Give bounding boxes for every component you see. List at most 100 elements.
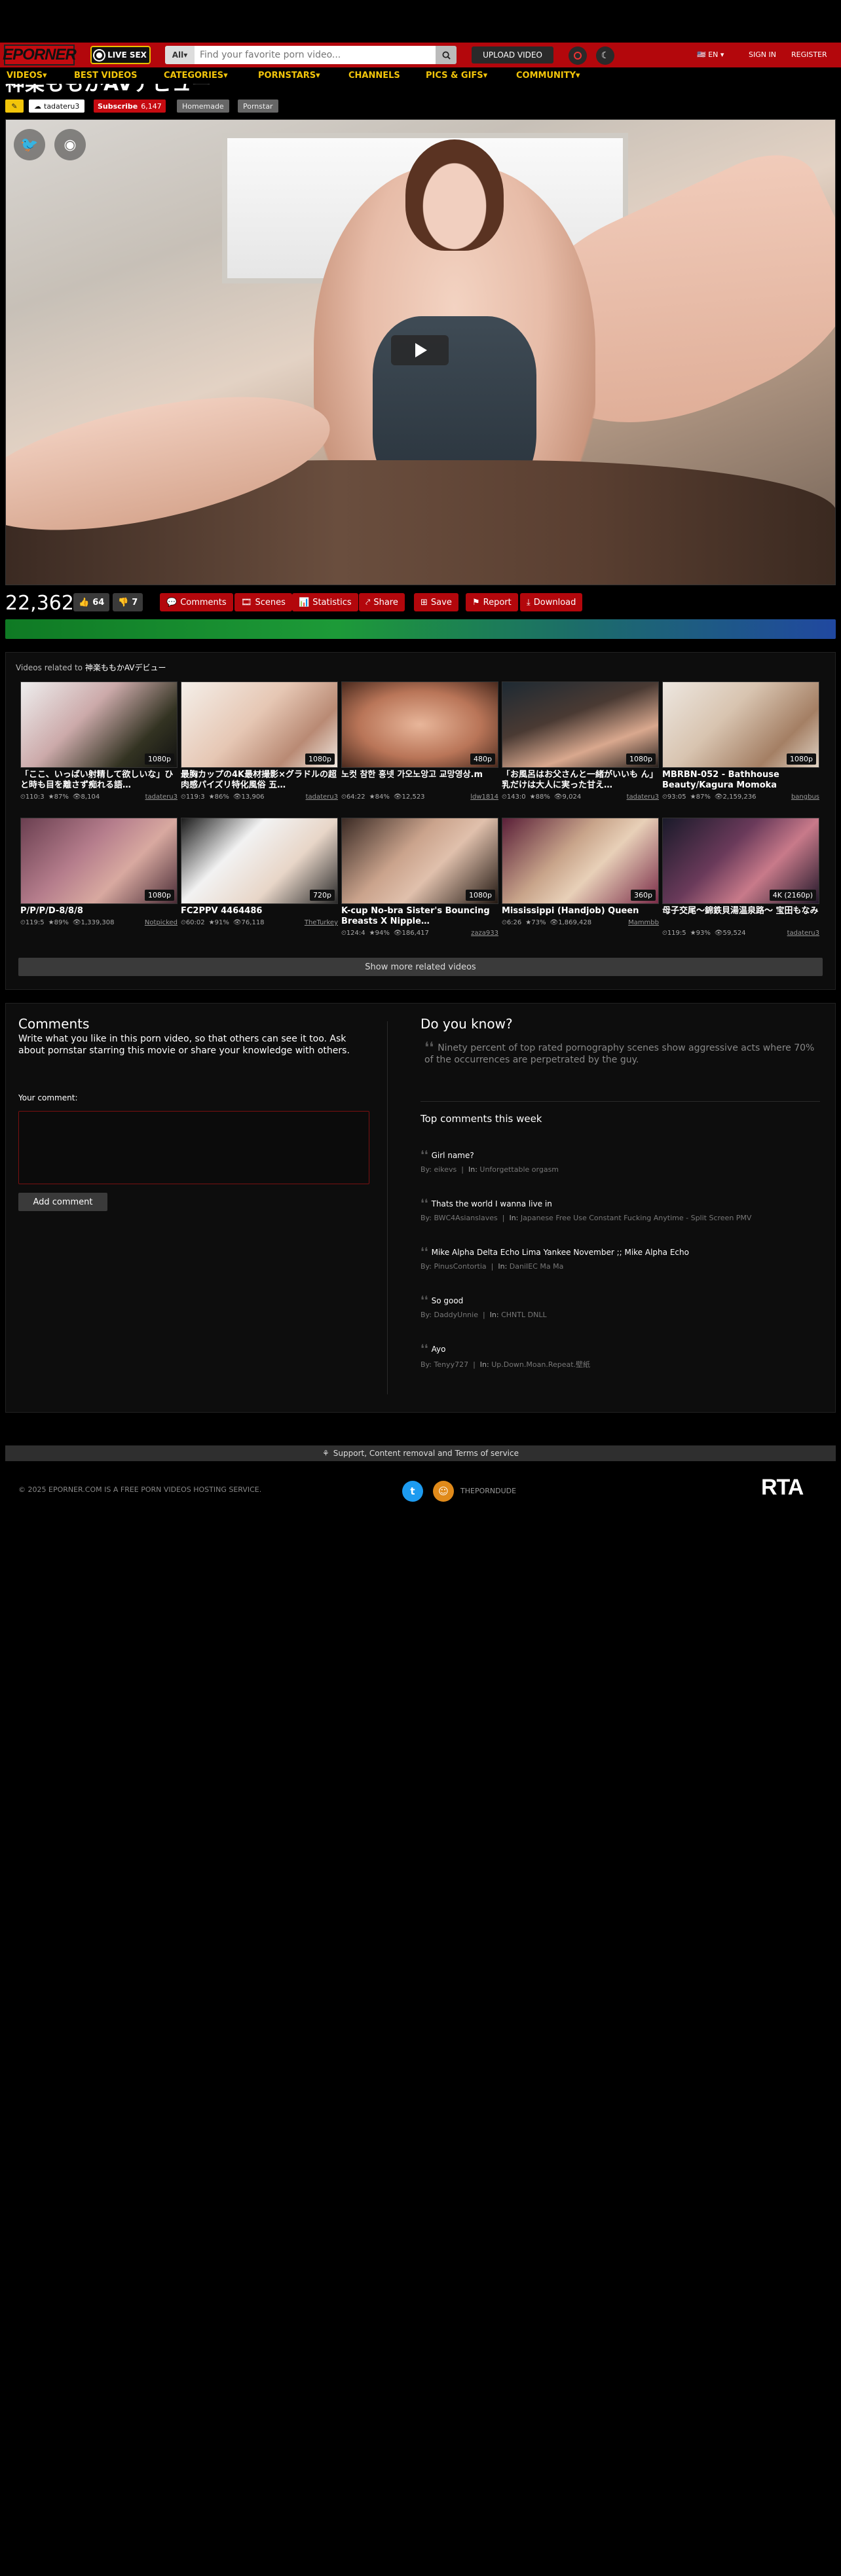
twitter-icon[interactable]: 🐦 [14,129,45,160]
register-link[interactable]: REGISTER [791,50,827,59]
theporndude-link[interactable]: THEPORNDUDE [460,1487,516,1495]
like-button[interactable]: 👍 64 [73,593,110,611]
video-thumb[interactable]: 1080p [20,818,178,904]
live-cam-button[interactable] [569,46,587,65]
comment-video-link[interactable]: Up.Down.Moan.Repeat.壁紙 [491,1360,590,1369]
top-comment: ❛❛ Thats the world I wanna live in By: BW… [421,1197,752,1223]
video-thumb[interactable]: 1080p [341,818,498,904]
search-bar: All ▾ [165,46,457,64]
comment-author-link[interactable]: Tenyy727 [434,1360,468,1369]
show-more-related-button[interactable]: Show more related videos [18,958,823,976]
video-thumb[interactable]: 480p [341,681,498,768]
top-comment: ❛❛ Ayo By: Tenyy727 | In: Up.Down.Moan.Re… [421,1342,591,1370]
dark-mode-toggle[interactable]: ☾ [596,46,614,65]
video-meta: ⏲64:22 ★84% 👁12,523 ldw1814 [341,793,498,801]
flag-icon: ⚑ [472,597,480,608]
quote-icon: ❛❛ [421,1245,428,1259]
video-thumb[interactable]: 1080p [181,681,338,768]
scenes-button[interactable]: 🎞 Scenes [234,593,292,611]
video-player[interactable]: 🐦 ◉ [5,119,836,585]
nav-categories[interactable]: CATEGORIES▾ [164,71,228,81]
video-thumb[interactable]: 360p [502,818,659,904]
language-select[interactable]: 🇺🇸 EN ▾ [697,50,724,59]
video-title-link[interactable]: MBRBN-052 - Bathhouse Beauty/Kagura Momo… [662,770,819,791]
nav-pics-gifs[interactable]: PICS & GIFS▾ [426,71,487,81]
top-blank-area [0,0,841,43]
comment-video-link[interactable]: Japanese Free Use Constant Fucking Anyti… [521,1214,752,1222]
comment-video-link[interactable]: CHNTL DNLL [501,1311,546,1319]
nav-community[interactable]: COMMUNITY▾ [516,71,580,81]
search-button[interactable] [436,46,457,64]
reddit-icon[interactable]: ◉ [54,129,86,160]
video-meta: ⏲143:0 ★88% 👁9,024 tadateru3 [502,793,659,801]
video-title-link[interactable]: 「ここ、いっぱい射精して欲しいな」ひと時も目を離さず痴れる語… [20,770,178,791]
dislike-button[interactable]: 👎 7 [113,593,143,611]
video-title-link[interactable]: 母子交尾～錦鉄貝湯温泉路～ 宝田もなみ [662,906,819,927]
video-thumb[interactable]: 4K (2160p) [662,818,819,904]
nav-videos[interactable]: VIDEOS▾ [7,71,47,81]
copyright-text: © 2025 EPORNER.COM IS A FREE PORN VIDEOS… [18,1485,262,1494]
quote-icon: ❛❛ [421,1294,428,1307]
edit-button[interactable]: ✎ [5,100,24,113]
video-meta: ⏲60:02 ★91% 👁76,118 TheTurkey [181,919,338,926]
live-icon [94,50,105,60]
share-button[interactable]: ⤤ Share [359,593,405,611]
statistics-button[interactable]: 📊 Statistics [292,593,358,611]
comment-video-link[interactable]: Unforgettable orgasm [479,1165,559,1174]
uploader-badge[interactable]: ☁ tadateru3 [29,100,85,113]
subscribe-button[interactable]: Subscribe 6,147 [94,100,166,113]
tag-homemade[interactable]: Homemade [177,100,229,113]
nav-pornstars[interactable]: PORNSTARS▾ [258,71,320,81]
report-button[interactable]: ⚑ Report [466,593,518,611]
save-icon: ⊞ [421,597,428,608]
save-button[interactable]: ⊞ Save [414,593,458,611]
comment-author-link[interactable]: PinusContortia [434,1262,486,1271]
moon-icon: ☾ [601,50,610,61]
play-button[interactable] [391,335,449,365]
video-meta: ⏲124:4 ★94% 👁186,417 zaza933 [341,930,498,937]
tag-pornstar[interactable]: Pornstar [238,100,278,113]
video-thumb[interactable]: 720p [181,818,338,904]
video-thumb[interactable]: 1080p [20,681,178,768]
comments-button[interactable]: 💬 Comments [160,593,233,611]
top-comment: ❛❛ Mike Alpha Delta Echo Lima Yankee Nove… [421,1245,689,1271]
nav-best-videos[interactable]: BEST VIDEOS [74,71,138,81]
twitter-icon[interactable]: t [402,1481,423,1502]
video-meta: ⏲110:3 ★87% 👁8,104 tadateru3 [20,793,178,801]
video-title-link[interactable]: 노컷 참한 흥넷 가오노앙고 교망영상.m [341,770,498,791]
cloud-icon: ☁ [34,101,41,111]
comment-textarea[interactable] [18,1111,369,1184]
comment-author-link[interactable]: DaddyUnnie [434,1311,478,1319]
site-logo[interactable]: EPORNER [3,45,77,65]
player-scene-head [405,139,504,251]
comment-video-link[interactable]: DaniIEC Ma Ma [510,1262,564,1271]
video-title-link[interactable]: 最胸カップの4K最材撮影×グラドルの超肉感パイズリ特化風俗 五… [181,770,338,791]
video-title-link[interactable]: K-cup No-bra Sister's Bouncing Breasts X… [341,906,498,927]
add-comment-button[interactable]: Add comment [18,1193,107,1211]
quote-icon: ❛❛ [421,1197,428,1210]
video-thumb[interactable]: 1080p [502,681,659,768]
chart-icon: 📊 [299,597,310,608]
sign-in-link[interactable]: SIGN IN [749,50,776,59]
download-button[interactable]: ⤓ Download [520,593,583,611]
video-thumb[interactable]: 1080p [662,681,819,768]
promo-banner[interactable] [5,619,836,639]
search-input[interactable] [195,46,436,64]
uploader-name: tadateru3 [44,101,80,111]
support-link[interactable]: ⚘ Support, Content removal and Terms of s… [5,1445,836,1461]
live-sex-button[interactable]: LIVE SEX [90,46,151,64]
comment-author-link[interactable]: eikevs [434,1165,457,1174]
thumbs-up-icon: 👍 [79,597,90,608]
support-icon: ⚘ [322,1449,329,1458]
comment-label: Your comment: [18,1093,78,1102]
nav-channels[interactable]: CHANNELS [348,71,400,81]
comment-author-link[interactable]: BWC4Asianslaves [434,1214,497,1222]
search-category-select[interactable]: All ▾ [165,46,195,64]
download-icon: ⤓ [527,597,531,608]
thumbs-down-icon: 👎 [118,597,129,608]
theporndude-icon[interactable]: ☺ [433,1481,454,1502]
play-icon [415,343,427,357]
video-title-link[interactable]: 「お風呂はお父さんと一緒がいいも ん」乳だけは大人に実った甘え… [502,770,659,791]
upload-video-button[interactable]: UPLOAD VIDEO [472,46,553,63]
comment-icon: 💬 [166,597,178,608]
